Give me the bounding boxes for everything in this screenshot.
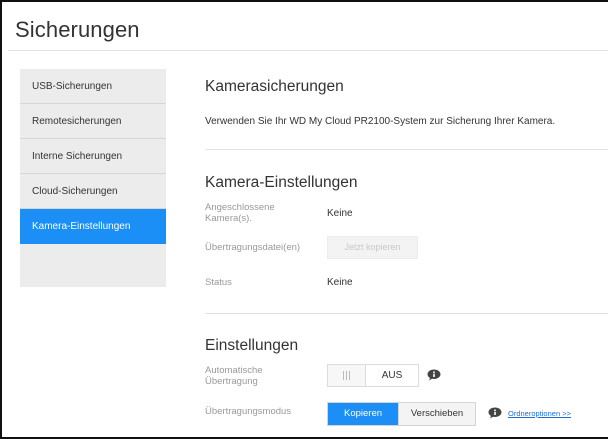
sidebar: USB-Sicherungen Remotesicherungen Intern… (20, 69, 166, 287)
folder-options-link[interactable]: Ordneroptionen >> (508, 409, 571, 418)
mode-move-button[interactable]: Verschieben (398, 403, 475, 425)
sidebar-item-remote-backups[interactable]: Remotesicherungen (20, 104, 166, 139)
sidebar-item-usb-backups[interactable]: USB-Sicherungen (20, 69, 166, 104)
info-bubble-icon[interactable] (427, 369, 441, 381)
camera-backups-heading: Kamerasicherungen (205, 78, 344, 95)
section-divider (205, 149, 608, 150)
page-title: Sicherungen (15, 17, 140, 42)
connected-cameras-value: Keine (327, 208, 353, 219)
status-value: Keine (327, 277, 353, 288)
auto-transfer-label-line2: Übertragung (205, 376, 258, 387)
auto-transfer-label: Automatische Übertragung (205, 365, 263, 387)
sidebar-item-camera-settings[interactable]: Kamera-Einstellungen (20, 209, 166, 244)
sidebar-item-cloud-backups[interactable]: Cloud-Sicherungen (20, 174, 166, 209)
toggle-handle[interactable] (328, 365, 366, 386)
status-label: Status (205, 277, 232, 288)
camera-backups-description: Verwenden Sie Ihr WD My Cloud PR2100-Sys… (205, 116, 556, 127)
copy-now-button[interactable]: Jetzt kopieren (327, 236, 418, 259)
transfer-mode-selector: Kopieren Verschieben (327, 402, 476, 426)
connected-cameras-label: Angeschlossene Kamera(s). (205, 202, 275, 224)
info-bubble-icon[interactable] (488, 407, 502, 419)
settings-heading: Einstellungen (205, 337, 299, 354)
transfer-files-label: Übertragungsdatei(en) (205, 242, 301, 253)
transfer-mode-label: Übertragungsmodus (205, 406, 292, 417)
auto-transfer-label-line1: Automatische (205, 365, 263, 376)
connected-cameras-label-line2: Kamera(s). (205, 213, 252, 224)
toggle-state-label: AUS (366, 365, 418, 386)
auto-transfer-toggle[interactable]: AUS (327, 364, 419, 387)
sidebar-item-internal-backups[interactable]: Interne Sicherungen (20, 139, 166, 174)
camera-settings-heading: Kamera-Einstellungen (205, 174, 358, 191)
title-divider (8, 50, 608, 51)
mode-copy-button[interactable]: Kopieren (328, 403, 398, 425)
section-divider (205, 313, 608, 314)
connected-cameras-label-line1: Angeschlossene (205, 202, 275, 213)
